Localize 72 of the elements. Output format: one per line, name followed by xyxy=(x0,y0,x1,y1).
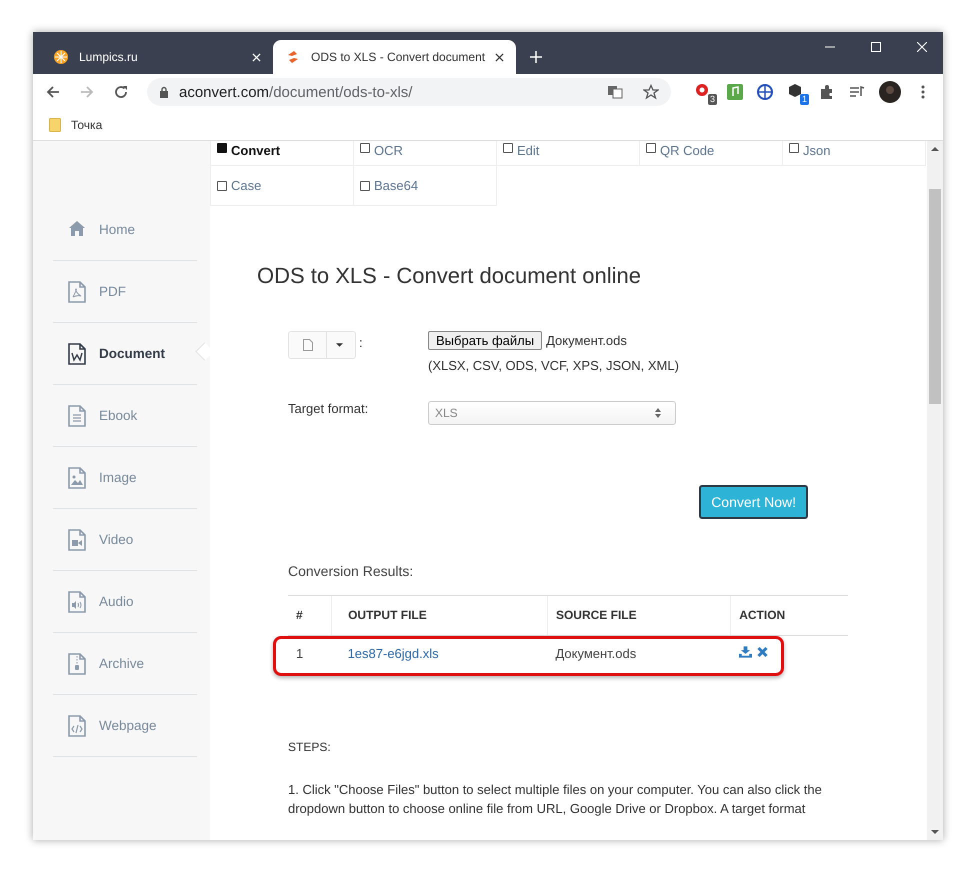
star-icon[interactable] xyxy=(643,84,659,100)
tab-title: ODS to XLS - Convert document xyxy=(311,50,486,64)
url-text: aconvert.com/document/ods-to-xls/ xyxy=(179,84,414,100)
lock-icon xyxy=(159,86,169,98)
sidebar-item[interactable]: Audio xyxy=(53,571,197,633)
sidebar-item[interactable]: Archive xyxy=(53,633,197,695)
steps-text: 1. Click "Choose Files" button to select multiple files on your computer. You can also click the dropdown button to choose online file from URL, Google Drive or Dropbox. A target format xyxy=(288,781,823,818)
new-tab-icon[interactable] xyxy=(530,51,542,63)
file-icon xyxy=(67,714,87,736)
tab-title: Lumpics.ru xyxy=(79,50,139,64)
output-file-link[interactable]: 1es87-e6jgd.xls xyxy=(348,646,439,661)
file-icon xyxy=(67,590,87,612)
scroll-down-icon[interactable] xyxy=(931,830,939,834)
caret-icon xyxy=(336,343,343,347)
scrollbar-thumb[interactable] xyxy=(929,189,941,404)
browser-tab[interactable]: ODS to XLS - Convert document xyxy=(273,40,516,74)
table-cell: Документ.ods xyxy=(547,636,731,670)
music-note-icon[interactable] xyxy=(727,84,743,100)
file-icon xyxy=(67,528,87,550)
results-title: Conversion Results: xyxy=(288,563,414,579)
file-icon xyxy=(67,466,87,488)
sidebar-item[interactable]: PDF xyxy=(53,261,197,323)
folder-icon xyxy=(49,118,61,132)
file-name: Документ.ods xyxy=(546,333,627,348)
scroll-up-icon[interactable] xyxy=(931,147,939,151)
sidebar-item[interactable]: Image xyxy=(53,447,197,509)
category-link[interactable]: Base64 xyxy=(353,165,497,206)
category-link[interactable]: Json xyxy=(782,141,926,166)
translate-icon[interactable] xyxy=(607,84,623,100)
column-header: SOURCE FILE xyxy=(547,596,731,636)
fruit-slice-icon xyxy=(53,49,69,65)
formats-hint: (XLSX, CSV, ODS, VCF, XPS, JSON, XML) xyxy=(428,358,679,373)
table-cell: 1 xyxy=(288,636,332,670)
sidebar-item[interactable]: Webpage xyxy=(53,695,197,757)
maximize-icon[interactable] xyxy=(871,42,881,52)
sidebar-item[interactable]: Ebook xyxy=(53,385,197,447)
playlist-icon[interactable] xyxy=(849,84,865,100)
target-format-select[interactable]: XLS xyxy=(428,401,676,425)
file-icon xyxy=(67,652,87,674)
avatar-icon[interactable] xyxy=(879,81,901,103)
column-header: # xyxy=(288,596,332,636)
category-link[interactable]: Edit xyxy=(496,141,640,166)
address-bar[interactable]: aconvert.com/document/ods-to-xls/ xyxy=(147,78,671,106)
globe-icon[interactable] xyxy=(757,84,773,100)
file-icon xyxy=(67,404,87,426)
reload-icon[interactable] xyxy=(113,84,129,100)
choose-files-button[interactable]: Выбрать файлы xyxy=(428,331,542,350)
file-icon xyxy=(303,339,313,351)
file-icon xyxy=(67,280,87,302)
close-icon[interactable] xyxy=(495,52,504,62)
delete-icon[interactable] xyxy=(756,646,770,658)
extension-badge: 1 xyxy=(800,94,809,105)
back-icon[interactable] xyxy=(45,84,61,100)
colon-text: : xyxy=(359,335,363,350)
sidebar-item[interactable]: Home xyxy=(53,199,197,261)
steps-title: STEPS: xyxy=(288,740,332,754)
convert-now-button[interactable]: Convert Now! xyxy=(699,485,808,519)
extension-badge: 3 xyxy=(708,94,717,105)
column-header: OUTPUT FILE xyxy=(332,596,548,636)
page-title: ODS to XLS - Convert document online xyxy=(257,263,642,289)
file-source-picker[interactable] xyxy=(288,331,356,359)
sort-arrows-icon xyxy=(655,408,661,418)
bookmark-folder[interactable]: Точка xyxy=(49,118,102,132)
category-link[interactable]: Case xyxy=(210,165,354,206)
sidebar-item[interactable]: Video xyxy=(53,509,197,571)
column-header: ACTION xyxy=(730,596,848,636)
browser-tab[interactable]: Lumpics.ru xyxy=(41,40,273,74)
target-format-label: Target format: xyxy=(288,401,368,416)
puzzle-icon[interactable] xyxy=(819,84,835,100)
file-icon xyxy=(67,342,87,364)
category-link[interactable]: QR Code xyxy=(639,141,783,166)
download-icon[interactable] xyxy=(738,646,752,658)
